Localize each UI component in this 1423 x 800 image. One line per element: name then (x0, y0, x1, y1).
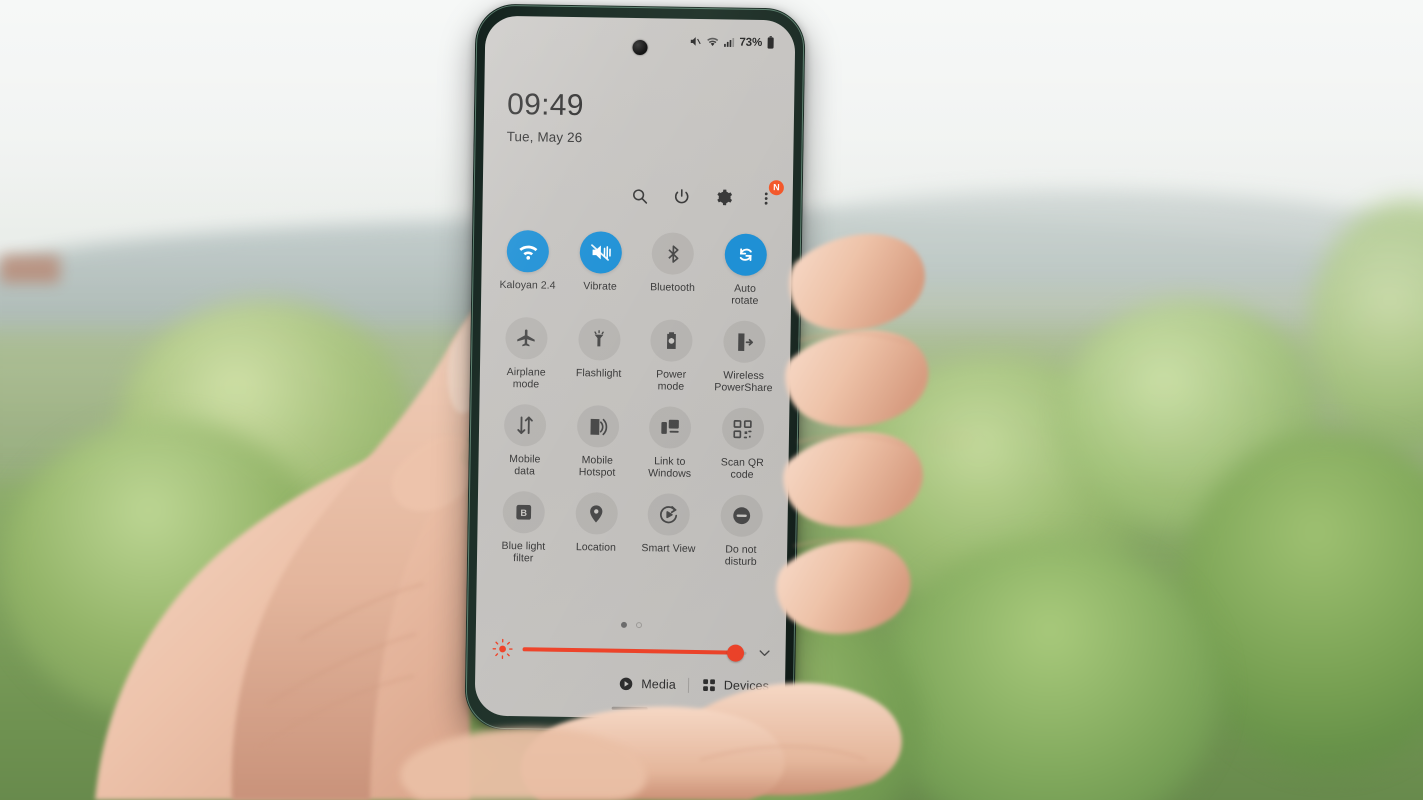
airplane-icon (505, 316, 549, 360)
quick-tile-vibrate[interactable]: Vibrate (564, 231, 638, 305)
quick-tile-label: Smart View (641, 542, 696, 555)
quick-tile-label: Mobile Hotspot (578, 454, 616, 479)
flashlight-icon (577, 318, 621, 361)
quick-tile-location[interactable]: Location (559, 492, 633, 566)
hotspot-icon (576, 405, 620, 448)
quick-tile-label: Kaloyan 2.4 (499, 278, 556, 292)
brightness-track-fill (522, 647, 736, 655)
do-not-disturb-icon (720, 494, 763, 538)
devices-label: Devices (723, 678, 770, 694)
quick-tile-mobile-hotspot[interactable]: Mobile Hotspot (561, 405, 635, 479)
quick-tile-bluetooth[interactable]: Bluetooth (636, 232, 710, 306)
more-options-icon[interactable]: N (756, 180, 784, 208)
power-icon[interactable] (672, 187, 692, 207)
quick-tile-label: Blue light filter (501, 539, 546, 565)
brightness-sun-icon (491, 638, 513, 660)
location-pin-icon (575, 492, 618, 535)
quick-tile-auto-rotate[interactable]: Auto rotate (708, 233, 782, 307)
gear-icon[interactable] (714, 187, 734, 207)
devices-button[interactable]: Devices (701, 677, 769, 694)
quick-tile-label: Location (575, 541, 617, 554)
quick-tile-label: Do not disturb (724, 543, 757, 568)
media-devices-row: Media Devices (475, 674, 785, 695)
quick-tile-label: Vibrate (583, 280, 617, 293)
media-label: Media (641, 677, 676, 692)
quick-tile-label: Airplane mode (506, 365, 546, 391)
vibrate-icon (579, 231, 622, 274)
quick-panel-header-actions: N (630, 180, 784, 208)
quick-tile-label: Auto rotate (731, 282, 759, 307)
qr-code-icon (721, 407, 765, 451)
auto-rotate-icon (724, 233, 767, 277)
quick-tile-label: Scan QR code (720, 456, 764, 481)
quick-tile-label: Bluetooth (650, 281, 696, 294)
quick-tile-do-not-disturb[interactable]: Do not disturb (704, 494, 778, 568)
play-circle-icon (620, 677, 633, 691)
quick-tile-label: Power mode (656, 368, 687, 393)
quick-tile-blue-light-filter[interactable]: B Blue light filter (487, 490, 561, 565)
quick-tile-mobile-data[interactable]: Mobile data (488, 403, 562, 478)
page-dot-inactive[interactable] (635, 622, 642, 629)
wifi-icon (707, 37, 719, 47)
quick-tile-flashlight[interactable]: Flashlight (562, 318, 636, 392)
quick-tile-scan-qr-code[interactable]: Scan QR code (706, 407, 780, 481)
clock-block: 09:49 Tue, May 26 (506, 87, 584, 146)
smartphone: 73% 09:49 Tue, May 26 N Kaloyan 2.4 Vibr… (464, 3, 806, 735)
svg-text:B: B (521, 508, 528, 518)
page-indicator (476, 620, 786, 631)
front-camera-punch-hole (632, 39, 648, 56)
home-indicator[interactable] (611, 706, 648, 711)
divider (687, 677, 689, 693)
quick-tile-label: Link to Windows (648, 455, 692, 480)
phone-screen: 73% 09:49 Tue, May 26 N Kaloyan 2.4 Vibr… (474, 15, 796, 721)
clock-date: Tue, May 26 (506, 128, 583, 146)
brightness-slider-row (491, 638, 773, 664)
quick-tile-label: Mobile data (509, 453, 541, 478)
power-mode-icon (650, 319, 694, 362)
wifi-icon (506, 229, 550, 273)
volume-mute-icon (691, 37, 701, 46)
devices-grid-icon (702, 679, 715, 692)
media-button[interactable]: Media (618, 676, 676, 693)
search-icon[interactable] (630, 186, 650, 206)
brightness-track[interactable] (522, 638, 747, 664)
wireless-powershare-icon (722, 320, 766, 364)
cellular-signal-icon (724, 37, 735, 47)
brightness-knob[interactable] (726, 643, 744, 662)
battery-percent-label: 73% (739, 36, 763, 49)
quick-tile-power-mode[interactable]: Power mode (635, 319, 709, 393)
battery-icon (767, 36, 774, 49)
clock-time: 09:49 (506, 87, 584, 123)
page-dot-active[interactable] (620, 621, 627, 628)
chevron-down-icon[interactable] (755, 645, 773, 661)
quick-settings-grid: Kaloyan 2.4 Vibrate Bluetooth Auto rotat… (477, 229, 792, 569)
quick-tile-wifi[interactable]: Kaloyan 2.4 (491, 229, 565, 304)
smart-view-icon (647, 493, 691, 536)
quick-tile-smart-view[interactable]: Smart View (632, 493, 706, 567)
quick-tile-airplane-mode[interactable]: Airplane mode (490, 316, 564, 391)
notification-badge: N (768, 180, 784, 196)
quick-tile-wireless-powershare[interactable]: Wireless PowerShare (707, 320, 781, 394)
bluetooth-icon (651, 232, 695, 275)
quick-tile-link-to-windows[interactable]: Link to Windows (633, 406, 707, 480)
quick-tile-label: Flashlight (575, 367, 622, 380)
link-to-windows-icon (649, 406, 692, 449)
blue-light-filter-icon: B (502, 490, 546, 534)
quick-tile-label: Wireless PowerShare (714, 369, 773, 395)
mobile-data-icon (504, 403, 547, 447)
